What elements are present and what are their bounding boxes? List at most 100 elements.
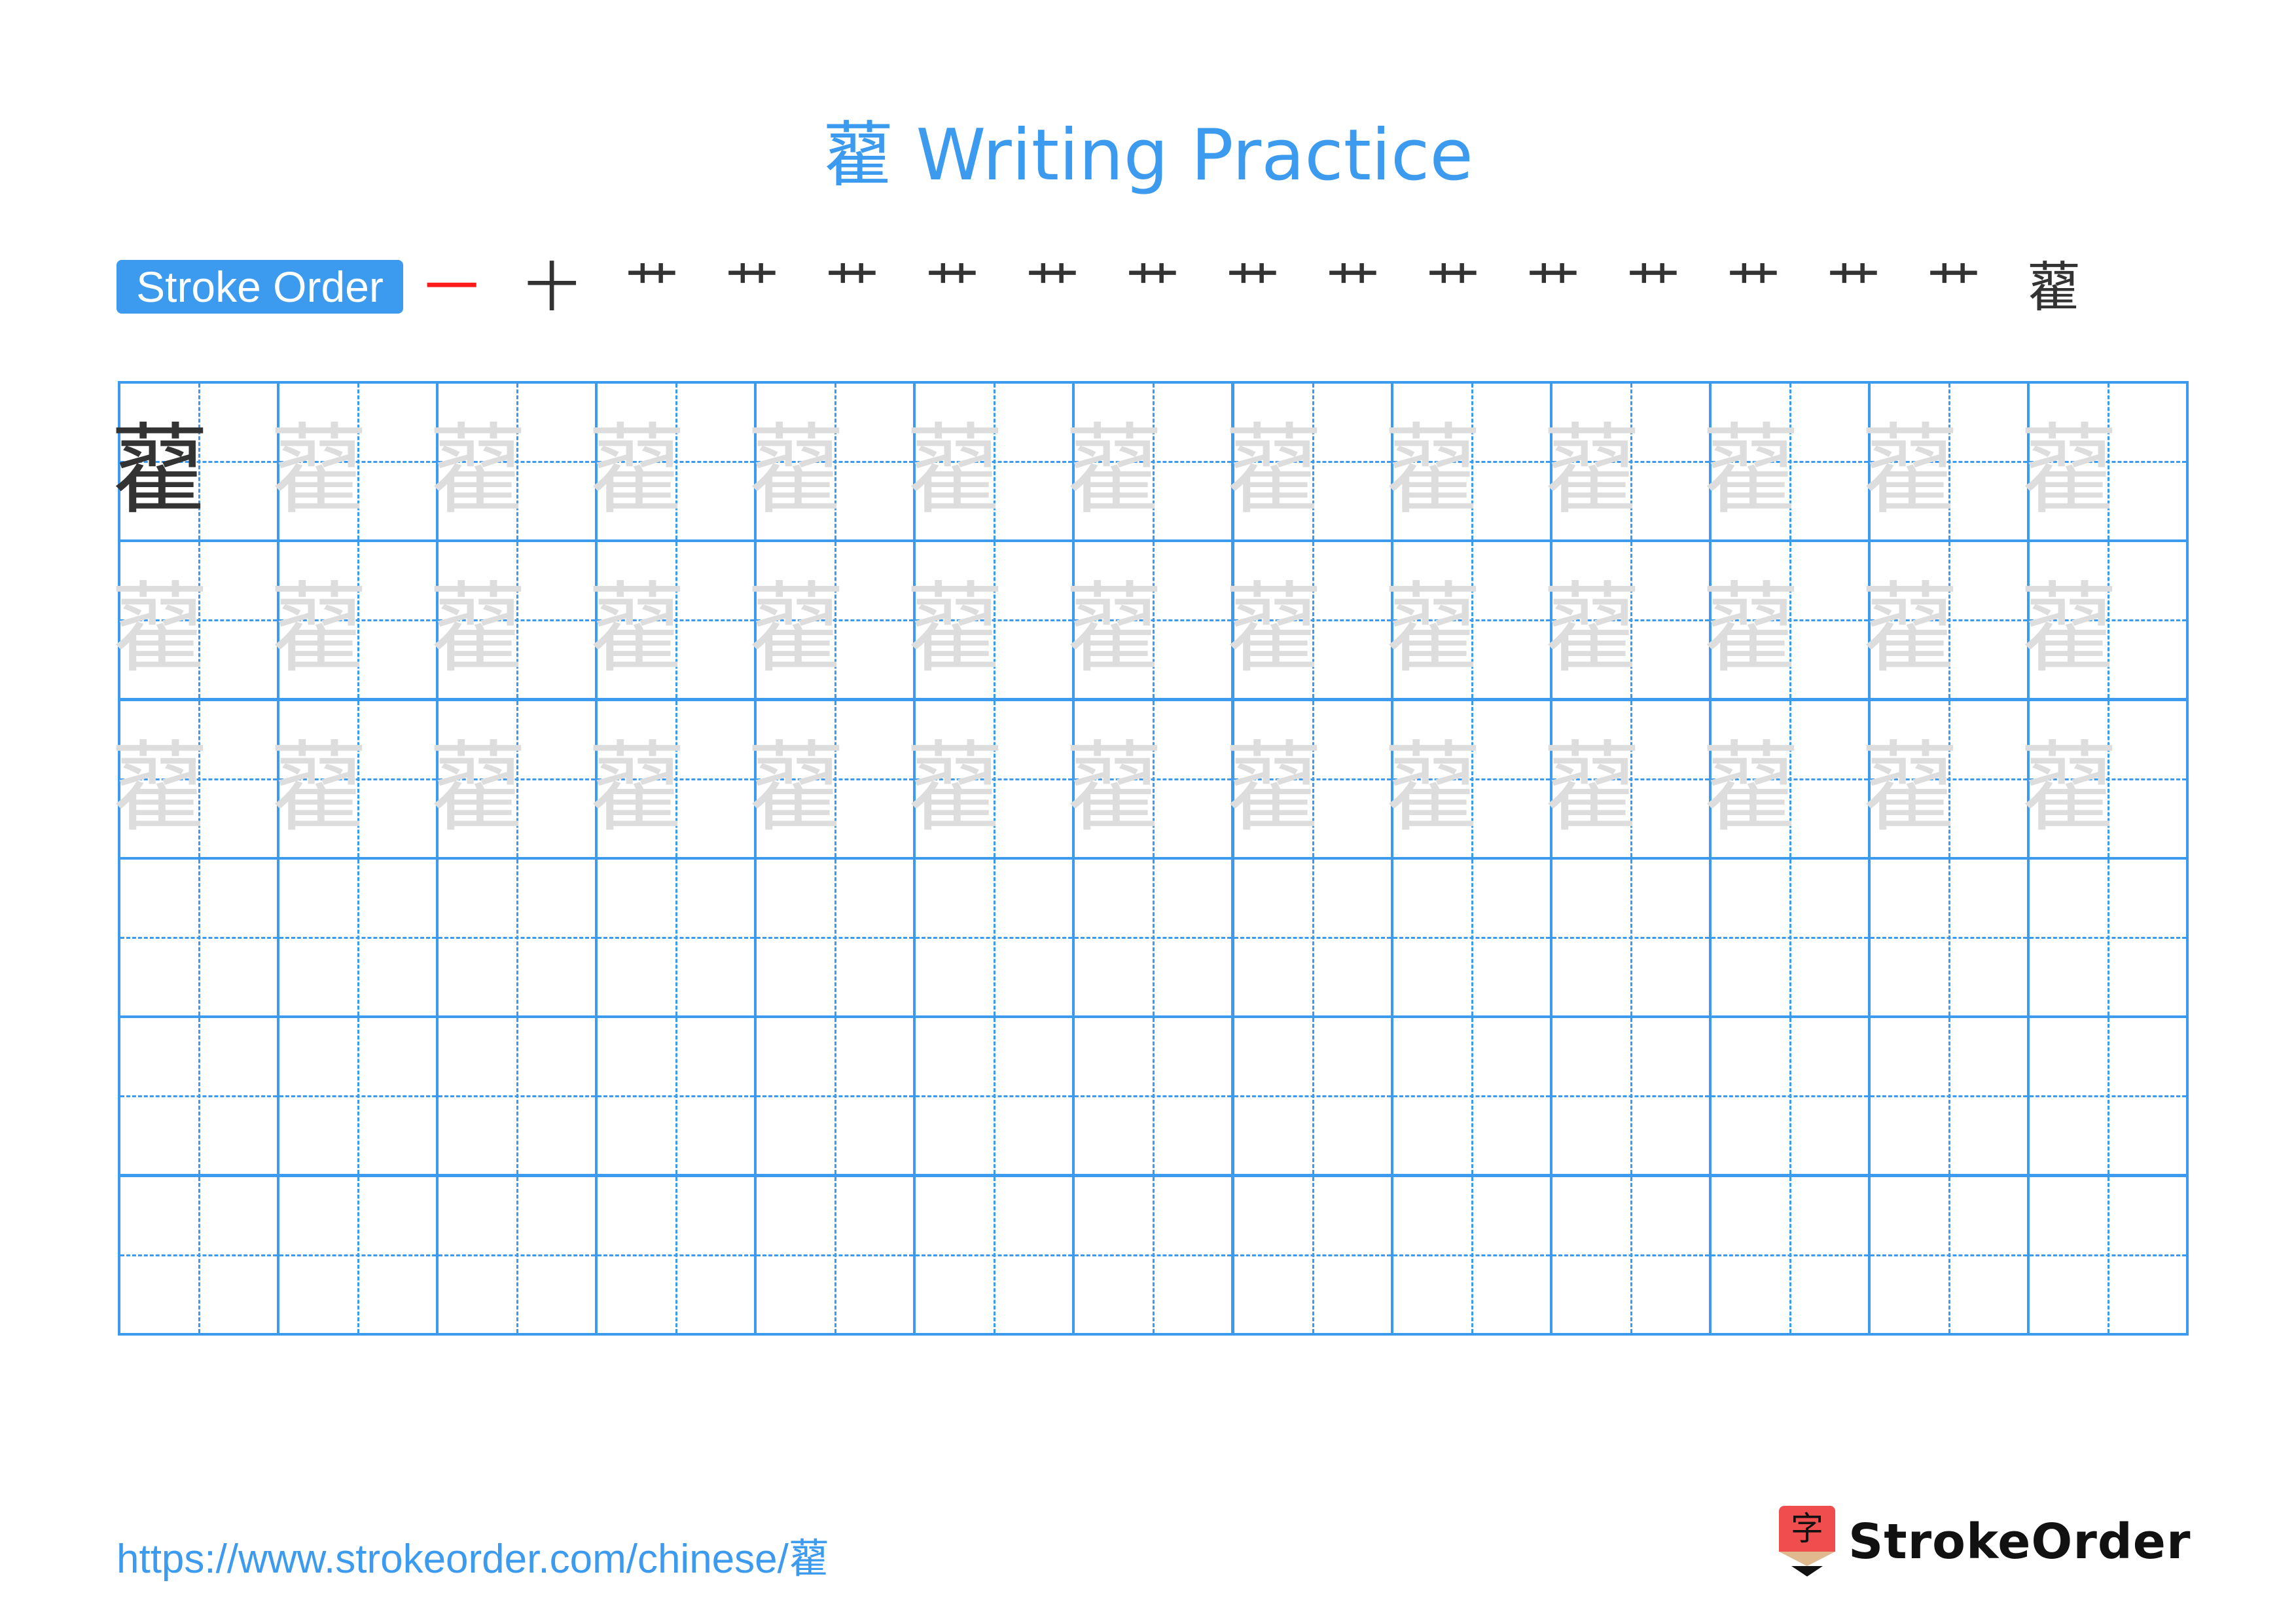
trace-character: 藋 xyxy=(905,731,1004,845)
trace-character: 藋 xyxy=(1701,572,1800,686)
practice-cell[interactable] xyxy=(118,857,279,1018)
practice-cell[interactable] xyxy=(1868,857,2030,1018)
practice-cell[interactable] xyxy=(1709,857,1871,1018)
stroke-step-base: 藋 xyxy=(2026,257,2081,319)
practice-cell[interactable]: 藋 xyxy=(1064,699,1234,860)
practice-cell[interactable] xyxy=(1550,1175,1712,1336)
stroke-step: 艹 xyxy=(1113,255,1192,347)
footer-url-link[interactable]: https://www.strokeorder.com/chinese/藋 xyxy=(117,1525,829,1584)
practice-cell[interactable] xyxy=(2027,1175,2189,1336)
practice-cell[interactable] xyxy=(913,1175,1075,1336)
practice-cell[interactable]: 藋 xyxy=(270,699,439,860)
practice-cell[interactable] xyxy=(913,857,1075,1018)
strokeorder-logo[interactable]: 字 StrokeOrder xyxy=(1779,1506,2191,1578)
practice-cell[interactable] xyxy=(595,1175,757,1336)
practice-cell[interactable] xyxy=(754,1015,916,1176)
practice-cell[interactable] xyxy=(118,1175,279,1336)
practice-cell[interactable] xyxy=(595,857,757,1018)
practice-cell[interactable]: 藋 xyxy=(111,539,279,701)
practice-cell[interactable]: 藋 xyxy=(429,381,598,542)
practice-cell[interactable] xyxy=(1391,1175,1552,1336)
trace-character: 藋 xyxy=(1064,731,1163,845)
practice-cell[interactable]: 藋 xyxy=(2020,699,2189,860)
practice-cell[interactable]: 藋 xyxy=(1225,699,1393,860)
practice-cell[interactable] xyxy=(436,857,598,1018)
practice-cell[interactable] xyxy=(1709,1175,1871,1336)
practice-cell[interactable]: 藋 xyxy=(747,539,916,701)
practice-cell[interactable]: 藋 xyxy=(588,381,757,542)
practice-cell[interactable] xyxy=(1072,1175,1234,1336)
practice-cell[interactable] xyxy=(595,1015,757,1176)
practice-cell[interactable] xyxy=(1072,1015,1234,1176)
practice-cell[interactable] xyxy=(754,857,916,1018)
trace-character: 藋 xyxy=(269,413,368,528)
practice-cell[interactable] xyxy=(1709,1015,1871,1176)
stroke-step: 艹 xyxy=(1414,255,1492,347)
practice-cell[interactable]: 藋 xyxy=(1384,539,1552,701)
practice-cell[interactable]: 藋 xyxy=(905,699,1075,860)
stroke-step: 艹 xyxy=(813,255,891,347)
practice-cell[interactable]: 藋 xyxy=(111,381,279,542)
practice-cell[interactable]: 藋 xyxy=(1701,539,1871,701)
horizontal-guide-line xyxy=(1075,1095,1231,1097)
practice-cell[interactable]: 藋 xyxy=(1702,381,1871,542)
practice-cell[interactable] xyxy=(1232,1175,1393,1336)
practice-cell[interactable]: 藋 xyxy=(1543,539,1712,701)
practice-cell[interactable] xyxy=(118,1015,279,1176)
horizontal-guide-line xyxy=(757,1254,913,1256)
horizontal-guide-line xyxy=(1393,1095,1550,1097)
practice-cell[interactable]: 藋 xyxy=(1702,699,1871,860)
practice-cell[interactable]: 藋 xyxy=(269,381,439,542)
practice-cell[interactable] xyxy=(1072,857,1234,1018)
title-character: 藋 xyxy=(823,115,894,196)
practice-cell[interactable]: 藋 xyxy=(1225,539,1393,701)
horizontal-guide-line xyxy=(1552,1095,1709,1097)
practice-cell[interactable]: 藋 xyxy=(1543,381,1712,542)
practice-cell[interactable] xyxy=(754,1175,916,1336)
horizontal-guide-line xyxy=(598,937,754,939)
practice-cell[interactable]: 藋 xyxy=(2020,381,2189,542)
practice-cell[interactable]: 藋 xyxy=(111,699,279,860)
practice-cell[interactable] xyxy=(277,1175,439,1336)
practice-cell[interactable]: 藋 xyxy=(2020,539,2189,701)
practice-grid: 藋藋藋藋藋藋藋藋藋藋藋藋藋藋藋藋藋藋藋藋藋藋藋藋藋藋藋藋藋藋藋藋藋藋藋藋藋藋藋 xyxy=(111,381,2189,1336)
practice-cell[interactable]: 藋 xyxy=(1861,699,2030,860)
trace-character: 藋 xyxy=(746,413,845,528)
practice-cell[interactable] xyxy=(1550,857,1712,1018)
practice-cell[interactable]: 藋 xyxy=(1225,381,1393,542)
practice-cell[interactable]: 藋 xyxy=(429,699,598,860)
practice-cell[interactable] xyxy=(1391,1015,1552,1176)
practice-cell[interactable]: 藋 xyxy=(1384,381,1552,542)
practice-cell[interactable]: 藋 xyxy=(1861,381,2030,542)
practice-cell[interactable] xyxy=(1391,857,1552,1018)
practice-cell[interactable] xyxy=(436,1175,598,1336)
practice-cell[interactable] xyxy=(2027,857,2189,1018)
practice-cell[interactable] xyxy=(1232,857,1393,1018)
practice-cell[interactable]: 藋 xyxy=(747,699,916,860)
practice-cell[interactable] xyxy=(2027,1015,2189,1176)
practice-cell[interactable]: 藋 xyxy=(906,381,1075,542)
practice-cell[interactable]: 藋 xyxy=(1861,539,2030,701)
practice-cell[interactable]: 藋 xyxy=(429,539,598,701)
practice-cell[interactable] xyxy=(277,857,439,1018)
horizontal-guide-line xyxy=(1393,937,1550,939)
horizontal-guide-line xyxy=(1712,1095,1868,1097)
practice-cell[interactable] xyxy=(1232,1015,1393,1176)
practice-cell[interactable] xyxy=(277,1015,439,1176)
practice-cell[interactable]: 藋 xyxy=(270,539,439,701)
practice-cell[interactable] xyxy=(436,1015,598,1176)
practice-cell[interactable]: 藋 xyxy=(587,539,757,701)
practice-cell[interactable]: 藋 xyxy=(588,699,757,860)
stroke-step-base: 艹 xyxy=(1726,257,1780,319)
practice-cell[interactable]: 藋 xyxy=(1065,381,1234,542)
practice-cell[interactable]: 藋 xyxy=(1384,699,1552,860)
trace-character: 藋 xyxy=(587,572,686,686)
practice-cell[interactable] xyxy=(1868,1015,2030,1176)
practice-cell[interactable] xyxy=(1550,1015,1712,1176)
practice-cell[interactable] xyxy=(1868,1175,2030,1336)
practice-cell[interactable]: 藋 xyxy=(1065,539,1234,701)
practice-cell[interactable] xyxy=(913,1015,1075,1176)
practice-cell[interactable]: 藋 xyxy=(906,539,1075,701)
practice-cell[interactable]: 藋 xyxy=(746,381,916,542)
practice-cell[interactable]: 藋 xyxy=(1543,699,1712,860)
